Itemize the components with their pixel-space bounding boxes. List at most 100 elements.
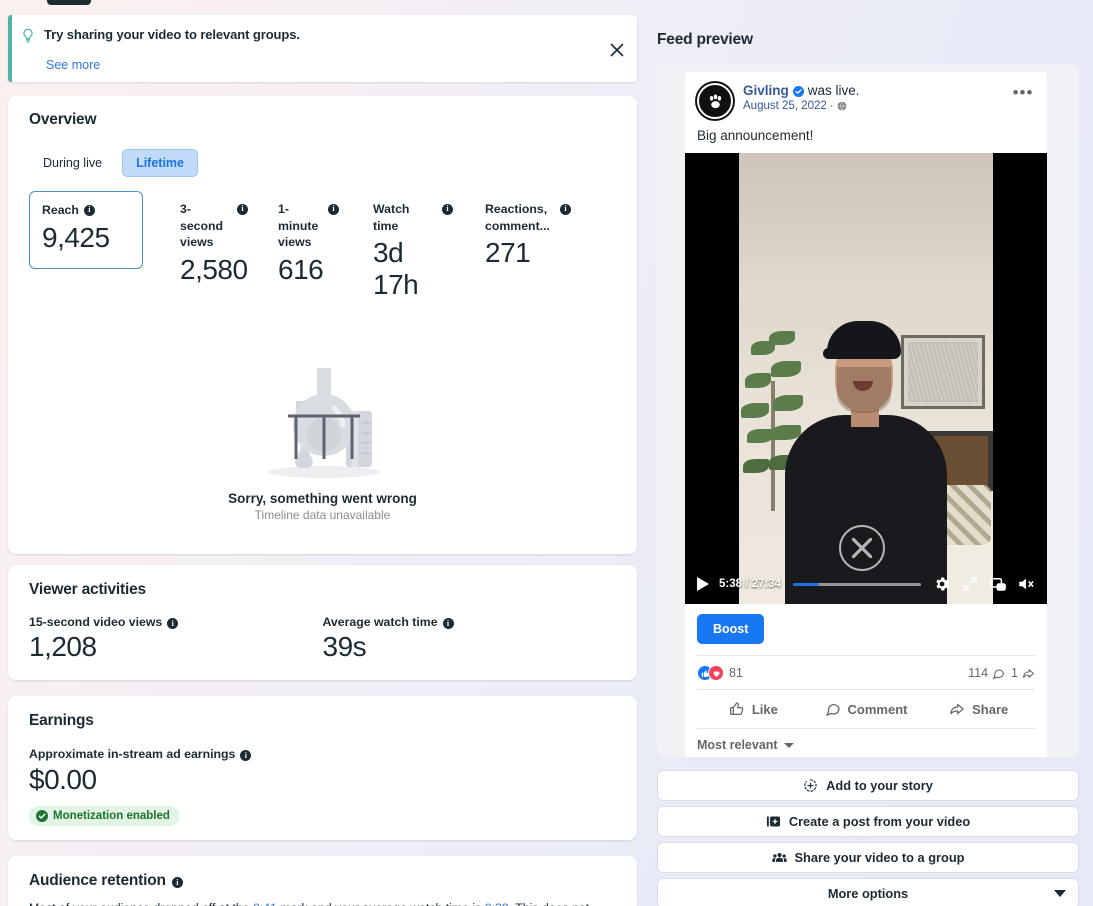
share-button[interactable]: Share [922,695,1035,723]
avatar[interactable] [697,83,733,119]
post-date[interactable]: August 25, 2022 [743,100,827,112]
status-badge: Monetization enabled [29,806,180,826]
metric-reach[interactable]: Reach i 9,425 [29,191,143,269]
metric-3-second-views-label: 3-second views [180,202,224,250]
globe-icon [837,101,847,111]
comment-count-group[interactable]: 114 [968,666,1005,680]
timeline-error-state: Sorry, something went wrong Timeline dat… [29,359,616,522]
viewer-activities-card: Viewer activities 15-second video views … [8,565,637,680]
earnings-title: Earnings [29,712,94,729]
metric-1-minute-views[interactable]: 1-minute views i 616 [266,191,351,300]
reaction-summary[interactable]: 81 [697,665,743,681]
info-icon[interactable]: i [442,204,453,215]
tip-banner: Try sharing your video to relevant group… [8,15,637,82]
info-icon[interactable]: i [240,750,252,761]
gear-icon[interactable] [933,575,951,593]
audience-retention-title: Audience retention [29,872,166,889]
retention-text-part1: Most of your audience dropped off at the [29,901,253,906]
expand-icon[interactable] [961,575,979,593]
verified-badge-icon [792,85,804,97]
retention-dropoff-mark[interactable]: 0:41 [253,901,277,906]
viewer-metric-15-second-views-value: 1,208 [29,631,97,662]
retention-text-part2: mark and your average watch time is [277,901,485,906]
close-icon[interactable] [609,42,625,58]
heart-reaction-icon [708,665,724,681]
add-to-story-label: Add to your story [826,778,933,793]
like-button-label: Like [751,701,778,717]
more-options-label: More options [827,886,909,901]
comment-bubble-icon [992,667,1005,680]
post-actions-row: Like Comment Share [697,689,1035,728]
info-icon[interactable]: i [171,877,183,888]
share-arrow-icon [1022,667,1035,680]
comment-button[interactable]: Comment [810,695,923,723]
retention-text-part3: . This does not [509,901,589,906]
share-count: 1 [1011,666,1018,680]
info-icon[interactable]: i [167,618,179,629]
create-post-button[interactable]: Create a post from your video [657,806,1079,837]
chevron-down-icon [783,742,794,748]
metrics-row: Reach i 9,425 3-second views i 2,580 1-m… [29,191,616,315]
right-column: Feed preview Givling was live. August 25… [645,0,1093,906]
group-people-icon [771,852,787,862]
metric-watch-time-value: 3d 17h [373,237,419,301]
create-post-label: Create a post from your video [788,814,971,829]
bottom-action-stack: Add to your story Create a post from you… [657,770,1079,906]
error-subtitle: Timeline data unavailable [254,508,391,523]
see-more-link[interactable]: See more [46,58,623,72]
info-icon[interactable]: i [237,204,248,215]
more-options-icon[interactable]: ••• [1011,81,1035,105]
metric-reach-label: Reach [42,203,79,217]
video-controls: 5:38 / 27:34 [685,564,1047,604]
video-current-time: 5:38 [719,578,743,590]
metric-watch-time-label: Watch time [373,202,410,233]
metric-reach-value: 9,425 [42,221,110,253]
tip-title: Try sharing your video to relevant group… [44,27,300,42]
tab-lifetime[interactable]: Lifetime [122,149,198,177]
play-icon[interactable] [697,577,709,591]
video-player[interactable]: 5:38 / 27:34 [685,153,1047,604]
like-button[interactable]: Like [697,695,810,723]
feed-preview-title: Feed preview [657,31,753,48]
post-author-name[interactable]: Givling [743,83,789,98]
overview-tabs: During live Lifetime [29,149,616,177]
post-live-status: was live. [807,83,860,98]
share-icon [950,703,964,715]
info-icon[interactable]: i [560,204,571,215]
add-to-story-button[interactable]: Add to your story [657,770,1079,801]
video-scrubber[interactable] [793,582,921,586]
video-timecode: 5:38 / 27:34 [719,578,781,590]
share-to-group-label: Share your video to a group [794,850,965,865]
tab-during-live[interactable]: During live [29,149,116,177]
picture-in-picture-icon[interactable] [989,575,1007,593]
comment-sort-selector[interactable]: Most relevant [697,728,1035,757]
share-count-group[interactable]: 1 [1011,666,1035,680]
share-button-label: Share [972,701,1009,717]
video-time-separator: / [745,578,749,590]
video-frame [739,153,993,604]
viewer-activities-title: Viewer activities [29,581,146,598]
metric-watch-time[interactable]: Watch time i 3d 17h [361,191,465,315]
wall-art [901,335,985,409]
comment-sort-label: Most relevant [697,738,778,752]
info-icon[interactable]: i [328,204,339,215]
share-to-group-button[interactable]: Share your video to a group [657,842,1079,873]
info-icon[interactable]: i [442,618,454,629]
earnings-value: $0.00 [29,764,97,795]
create-post-icon [766,816,780,827]
lightbulb-icon [20,28,36,49]
volume-muted-icon[interactable] [1017,575,1035,593]
boost-button[interactable]: Boost [697,614,765,644]
more-options-button[interactable]: More options [657,878,1079,906]
viewer-metric-average-watch-time-value: 39s [322,631,367,662]
info-icon[interactable]: i [83,205,95,216]
retention-avg-watch[interactable]: 0:39 [485,901,509,906]
viewer-metric-average-watch-time-label: Average watch time [322,615,438,629]
reaction-count: 81 [729,666,743,680]
comment-icon [825,704,840,717]
metric-3-second-views[interactable]: 3-second views i 2,580 [168,191,260,300]
feed-preview-shell: Givling was live. August 25, 2022 · ••• … [657,64,1079,757]
overview-card: Overview During live Lifetime Reach i 9,… [8,96,637,554]
metric-reactions-comments[interactable]: Reactions, comment... i 271 [473,191,583,283]
viewer-metric-average-watch-time: Average watch time i 39s [323,615,617,663]
